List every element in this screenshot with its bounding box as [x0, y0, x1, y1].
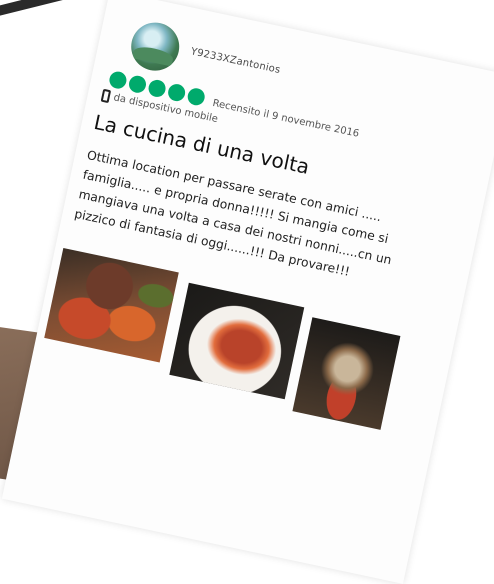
rating-bubble-icon [127, 74, 148, 95]
review-date: Recensito il 9 novembre 2016 [211, 97, 360, 140]
food-photo-1[interactable] [44, 247, 179, 363]
rating-bubble-icon [166, 82, 187, 103]
rating-bubble-icon [146, 78, 168, 99]
mobile-phone-icon [100, 88, 112, 104]
food-photo-3[interactable] [292, 317, 401, 430]
user-avatar[interactable] [126, 18, 184, 76]
rating-bubble-icon [107, 70, 129, 91]
review-card: Y9233XZantonios Recensito il 9 novembre … [1, 0, 494, 584]
food-photo-2[interactable] [169, 282, 305, 400]
background-dark-stroke [0, 0, 118, 18]
reviewer-username[interactable]: Y9233XZantonios [190, 46, 282, 76]
rating-bubble-icon [186, 86, 207, 107]
